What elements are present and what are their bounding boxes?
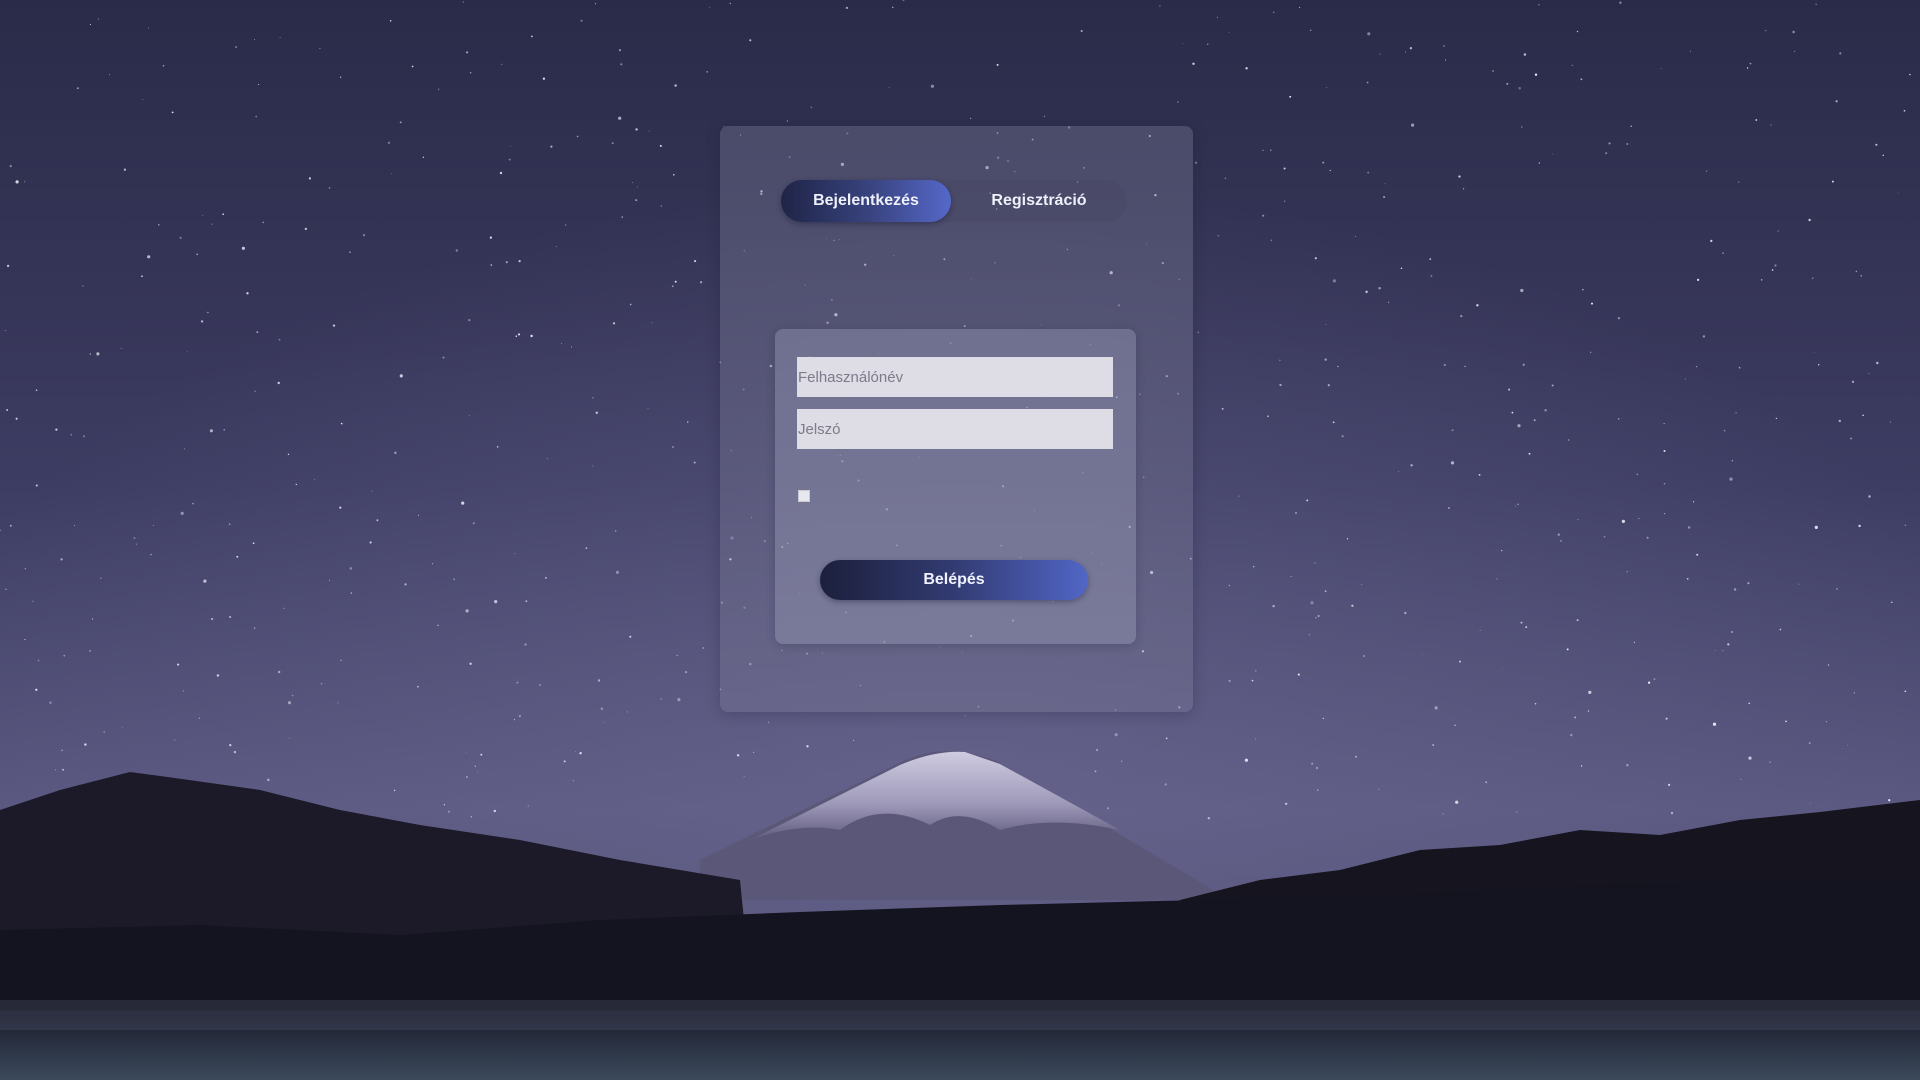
auth-tab-bar: Bejelentkezés Regisztráció [781, 180, 1127, 222]
login-form: Belépés [775, 329, 1136, 644]
password-input[interactable] [797, 409, 1113, 449]
username-input[interactable] [797, 357, 1113, 397]
login-button[interactable]: Belépés [820, 560, 1088, 600]
auth-panel: Bejelentkezés Regisztráció Belépés [720, 126, 1193, 712]
tab-register[interactable]: Regisztráció [951, 180, 1127, 222]
tab-login[interactable]: Bejelentkezés [781, 180, 951, 222]
remember-me-checkbox[interactable] [798, 490, 810, 502]
